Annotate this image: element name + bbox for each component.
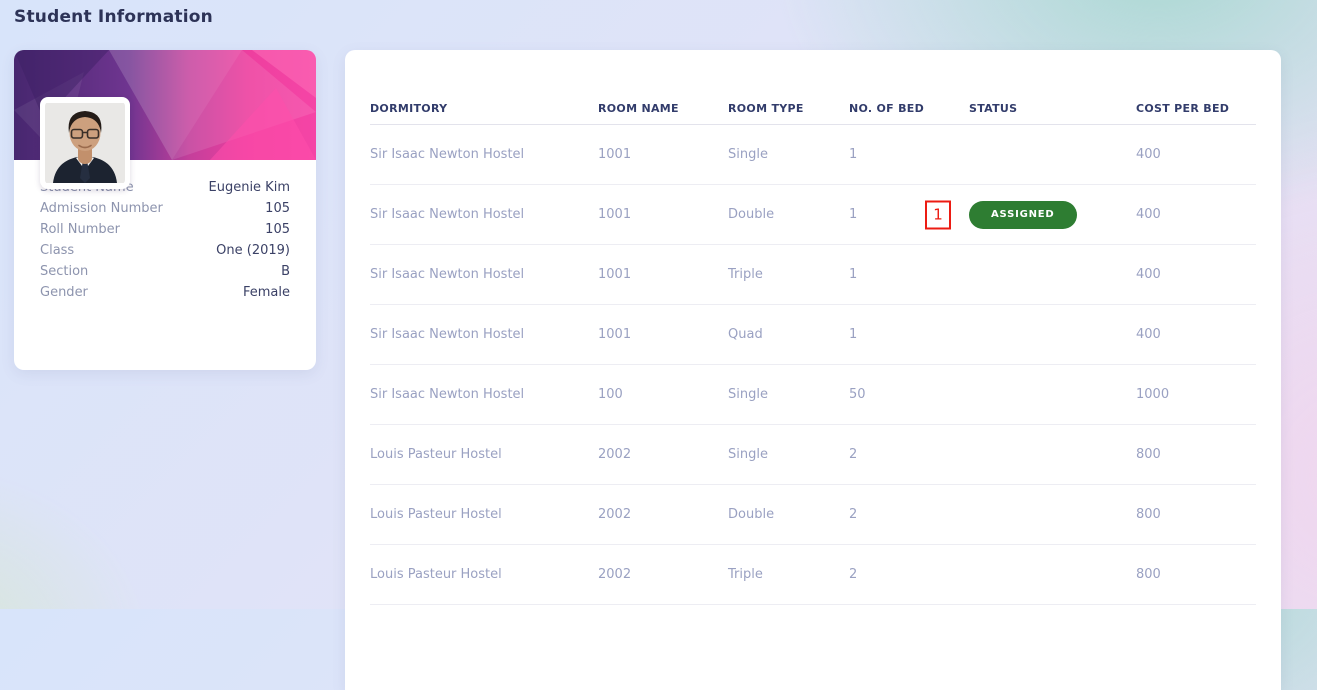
cell-dormitory: Sir Isaac Newton Hostel <box>370 267 525 282</box>
cell-cost-per-bed: 800 <box>1136 567 1161 582</box>
table-row[interactable]: Louis Pasteur Hostel 2002 Triple 2 800 <box>370 545 1256 605</box>
cell-room-name: 100 <box>598 387 623 402</box>
cell-dormitory: Sir Isaac Newton Hostel <box>370 207 525 222</box>
cell-no-of-bed: 1 <box>849 267 858 282</box>
student-info-card: Student Name Eugenie Kim Admission Numbe… <box>14 50 316 370</box>
col-header-no-of-bed: NO. OF BED <box>849 101 925 115</box>
cell-cost-per-bed: 800 <box>1136 447 1161 462</box>
cell-no-of-bed: 2 <box>849 507 858 522</box>
student-field-label: Roll Number <box>40 222 120 237</box>
cell-dormitory: Louis Pasteur Hostel <box>370 507 502 522</box>
cell-no-of-bed: 1 <box>849 207 858 222</box>
cell-room-type: Double <box>728 207 775 222</box>
cell-room-name: 2002 <box>598 567 632 582</box>
student-field-label: Class <box>40 243 75 258</box>
student-field-value: Eugenie Kim <box>208 180 291 195</box>
cell-dormitory: Louis Pasteur Hostel <box>370 447 502 462</box>
student-field-row: Gender Female <box>40 285 290 306</box>
cell-room-type: Triple <box>728 567 763 582</box>
cell-status: 1 ASSIGNED <box>925 200 1136 229</box>
table-body: Sir Isaac Newton Hostel 1001 Single 1 40… <box>370 125 1256 605</box>
student-field-row: Section B <box>40 264 290 285</box>
table-row[interactable]: Sir Isaac Newton Hostel 100 Single 50 10… <box>370 365 1256 425</box>
table-row[interactable]: Sir Isaac Newton Hostel 1001 Triple 1 40… <box>370 245 1256 305</box>
cell-room-type: Double <box>728 507 775 522</box>
dormitory-table-card: DORMITORY ROOM NAME ROOM TYPE NO. OF BED… <box>345 50 1281 690</box>
student-photo <box>40 97 130 189</box>
cell-room-type: Single <box>728 447 768 462</box>
cell-room-name: 1001 <box>598 207 632 222</box>
table-row[interactable]: Sir Isaac Newton Hostel 1001 Double 1 1 … <box>370 185 1256 245</box>
cell-no-of-bed: 1 <box>849 327 858 342</box>
col-header-dormitory: DORMITORY <box>370 101 448 115</box>
cell-room-name: 1001 <box>598 147 632 162</box>
cell-room-name: 2002 <box>598 507 632 522</box>
student-field-row: Roll Number 105 <box>40 222 290 243</box>
cell-room-type: Triple <box>728 267 763 282</box>
cell-dormitory: Sir Isaac Newton Hostel <box>370 387 525 402</box>
annotation-marker: 1 <box>925 200 951 229</box>
table-row[interactable]: Sir Isaac Newton Hostel 1001 Single 1 40… <box>370 125 1256 185</box>
cell-dormitory: Louis Pasteur Hostel <box>370 567 502 582</box>
cell-room-name: 2002 <box>598 447 632 462</box>
student-avatar-icon <box>45 103 125 183</box>
status-badge-assigned: ASSIGNED <box>969 200 1077 229</box>
student-field-row: Admission Number 105 <box>40 201 290 222</box>
cell-dormitory: Sir Isaac Newton Hostel <box>370 147 525 162</box>
cell-cost-per-bed: 400 <box>1136 327 1161 342</box>
page-title: Student Information <box>14 7 213 27</box>
cell-no-of-bed: 1 <box>849 147 858 162</box>
cell-dormitory: Sir Isaac Newton Hostel <box>370 327 525 342</box>
cell-cost-per-bed: 1000 <box>1136 387 1170 402</box>
table-header-row: DORMITORY ROOM NAME ROOM TYPE NO. OF BED… <box>370 50 1256 125</box>
cell-room-type: Single <box>728 387 768 402</box>
student-field-value: 105 <box>265 201 290 216</box>
cell-no-of-bed: 2 <box>849 567 858 582</box>
student-field-label: Gender <box>40 285 88 300</box>
table-row[interactable]: Louis Pasteur Hostel 2002 Double 2 800 <box>370 485 1256 545</box>
cell-room-type: Quad <box>728 327 763 342</box>
cell-no-of-bed: 2 <box>849 447 858 462</box>
student-field-value: B <box>281 264 290 279</box>
table-row[interactable]: Louis Pasteur Hostel 2002 Single 2 800 <box>370 425 1256 485</box>
cell-cost-per-bed: 400 <box>1136 147 1161 162</box>
cell-cost-per-bed: 400 <box>1136 207 1161 222</box>
col-header-room-name: ROOM NAME <box>598 101 679 115</box>
table-row[interactable]: Sir Isaac Newton Hostel 1001 Quad 1 400 <box>370 305 1256 365</box>
student-field-value: One (2019) <box>216 243 290 258</box>
student-field-value: 105 <box>265 222 290 237</box>
student-field-label: Section <box>40 264 89 279</box>
col-header-room-type: ROOM TYPE <box>728 101 804 115</box>
cell-cost-per-bed: 800 <box>1136 507 1161 522</box>
cell-cost-per-bed: 400 <box>1136 267 1161 282</box>
student-field-value: Female <box>242 285 290 300</box>
col-header-status: STATUS <box>969 101 1018 115</box>
student-field-row: Class One (2019) <box>40 243 290 264</box>
cell-no-of-bed: 50 <box>849 387 866 402</box>
col-header-cost-per-bed: COST PER BED <box>1136 101 1230 115</box>
student-field-label: Admission Number <box>40 201 163 216</box>
cell-room-name: 1001 <box>598 327 632 342</box>
cell-room-type: Single <box>728 147 768 162</box>
cell-room-name: 1001 <box>598 267 632 282</box>
